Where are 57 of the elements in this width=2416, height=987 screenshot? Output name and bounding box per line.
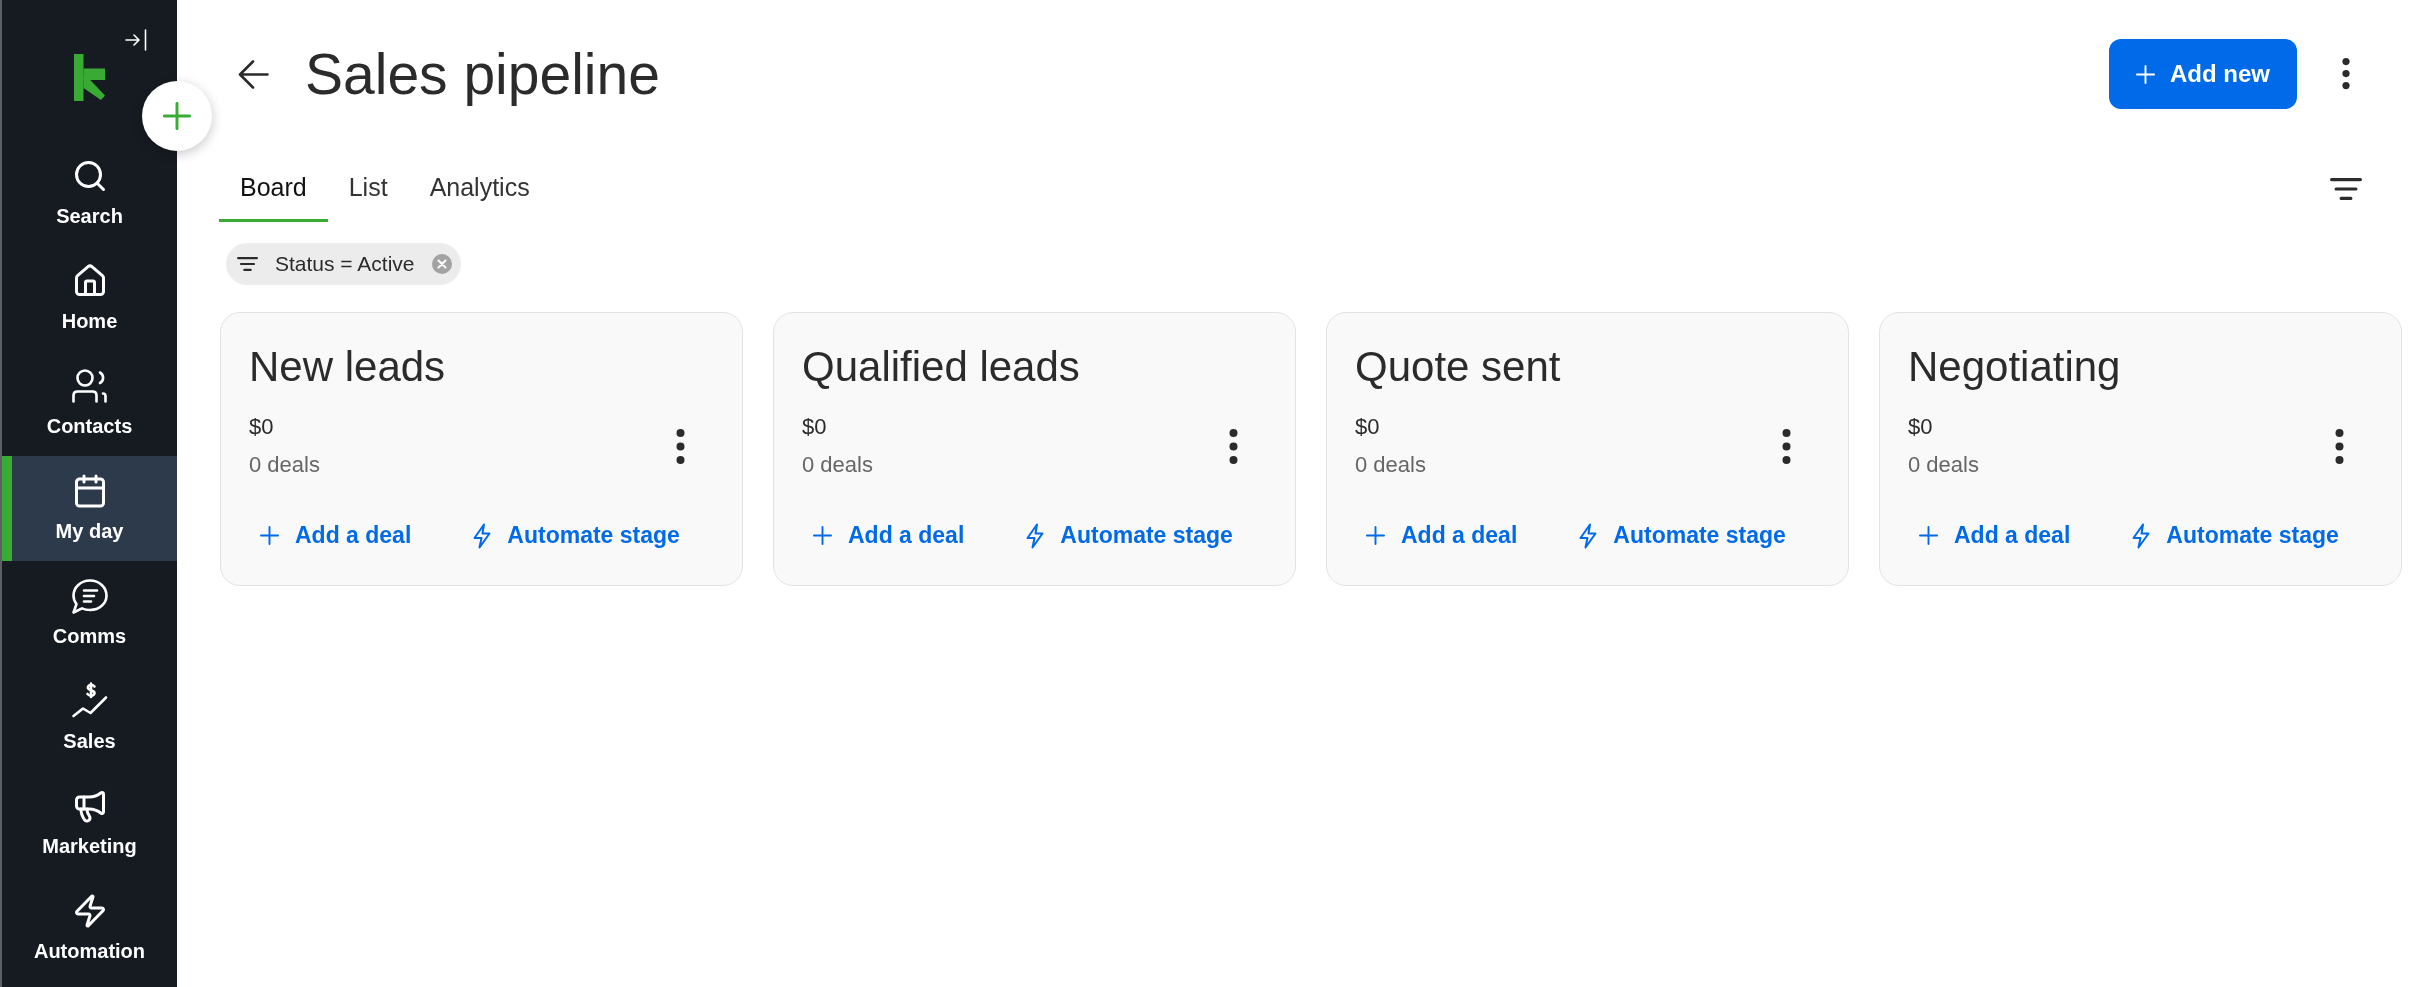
automate-stage-button[interactable]: Automate stage	[1568, 512, 1798, 559]
filter-icon[interactable]	[2330, 177, 2362, 200]
vertical-dots-icon[interactable]	[1781, 428, 1791, 464]
vertical-dots-icon[interactable]	[1228, 428, 1238, 464]
plus-icon	[813, 526, 832, 545]
filter-text: Status = Active	[275, 252, 415, 276]
lightning-icon	[473, 522, 492, 549]
sidebar-item[interactable]: Sales	[2, 666, 177, 771]
sidebar-item[interactable]: Contacts	[2, 351, 177, 456]
stage-amount: $0	[1908, 413, 1934, 441]
sidebar-item[interactable]: Home	[2, 246, 177, 351]
speech-bubble-icon	[70, 577, 109, 615]
plus-icon	[2136, 64, 2155, 84]
add-deal-button[interactable]: Add a deal	[802, 512, 977, 559]
stage-amount: $0	[802, 413, 828, 441]
vertical-dots-icon[interactable]	[2334, 428, 2344, 464]
lightning-icon	[1579, 522, 1598, 549]
vertical-dots-icon[interactable]	[675, 428, 685, 464]
lightning-icon	[1026, 522, 1045, 549]
people-icon	[70, 369, 109, 403]
sidebar-item[interactable]: Automation	[2, 876, 177, 981]
automate-stage-button[interactable]: Automate stage	[462, 512, 692, 559]
deal-count: 0 deals	[1355, 451, 1426, 479]
tab[interactable]: Analytics	[408, 155, 551, 222]
sidebar-item[interactable]: My day	[2, 456, 177, 561]
deal-count: 0 deals	[1908, 451, 1979, 479]
add-deal-button[interactable]: Add a deal	[1908, 512, 2083, 559]
plus-icon	[163, 102, 191, 130]
plus-icon	[260, 526, 279, 545]
logo-icon	[73, 54, 106, 101]
page-title: Sales pipeline	[305, 41, 660, 108]
plus-icon	[1366, 526, 1385, 545]
add-deal-button[interactable]: Add a deal	[249, 512, 424, 559]
stage-amount: $0	[1355, 413, 1381, 441]
plus-icon	[1919, 526, 1938, 545]
dollar-trend-icon	[70, 682, 109, 720]
vertical-dots-icon[interactable]	[2342, 58, 2350, 90]
stage-title: New leads	[249, 343, 447, 391]
automate-stage-button[interactable]: Automate stage	[1015, 512, 1245, 559]
stage-title: Qualified leads	[802, 343, 1081, 391]
sidebar-item[interactable]: Marketing	[2, 771, 177, 876]
sidebar-item[interactable]: Search	[2, 141, 177, 246]
filter-icon	[237, 257, 258, 271]
stage-amount: $0	[249, 413, 275, 441]
arrow-right-bar-icon[interactable]	[125, 29, 147, 51]
tab[interactable]: Board	[219, 155, 328, 222]
add-new-button[interactable]: Add new	[2109, 39, 2297, 109]
sidebar-item[interactable]: Comms	[2, 561, 177, 666]
add-deal-button[interactable]: Add a deal	[1355, 512, 1530, 559]
stage-title: Quote sent	[1355, 343, 1562, 391]
arrow-left-icon[interactable]	[238, 58, 269, 90]
deal-count: 0 deals	[802, 451, 873, 479]
automate-stage-button[interactable]: Automate stage	[2121, 512, 2351, 559]
lightning-icon	[2132, 522, 2151, 549]
tab[interactable]: List	[327, 155, 409, 222]
stage-title: Negotiating	[1908, 343, 2122, 391]
deal-count: 0 deals	[249, 451, 320, 479]
